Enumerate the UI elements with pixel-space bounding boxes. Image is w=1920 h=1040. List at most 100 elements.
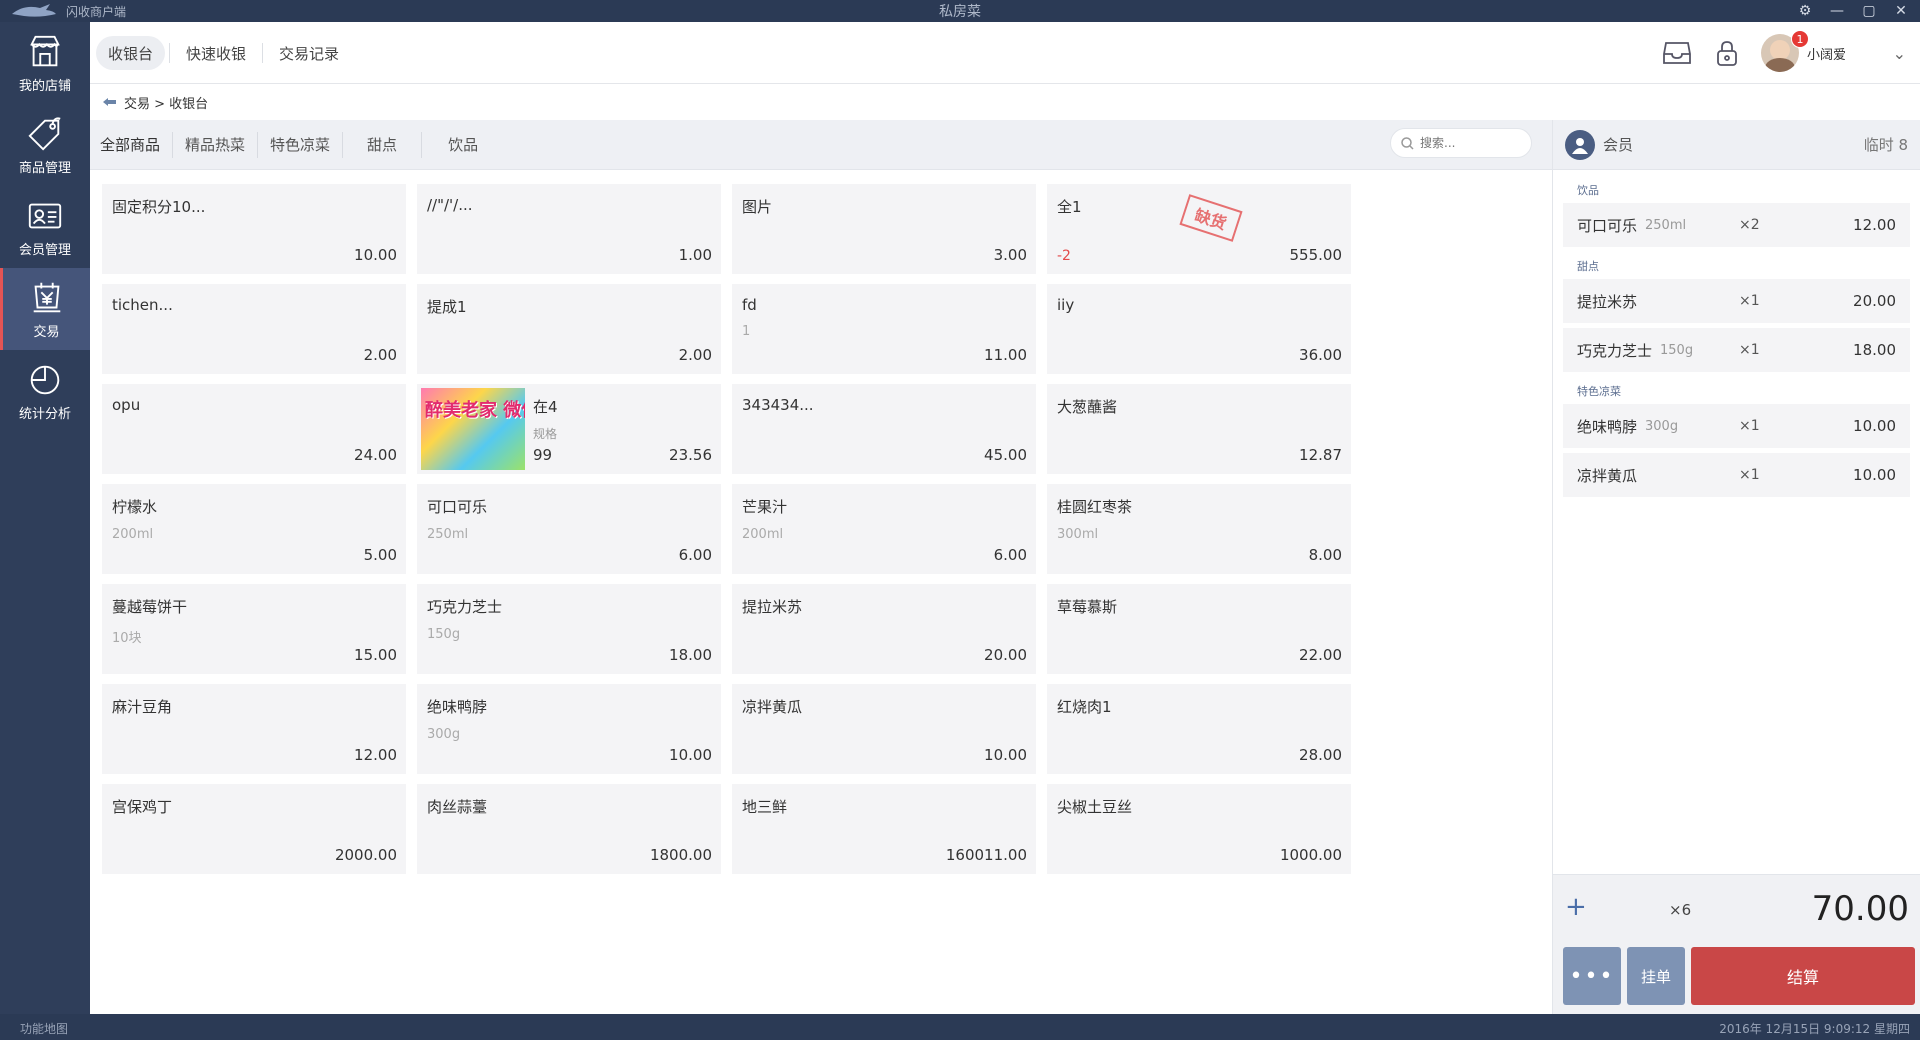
category-all[interactable]: 全部商品 [90, 134, 170, 155]
product-name: iiy [1057, 296, 1075, 314]
product-spec: 300ml [1057, 527, 1099, 542]
category-hot-dishes[interactable]: 精品热菜 [175, 134, 255, 155]
order-item-name: 巧克力芝士 [1577, 341, 1653, 360]
product-card[interactable]: tichen... 2.00 [102, 284, 406, 374]
product-spec: 300g [427, 727, 461, 742]
product-price: 36.00 [1299, 346, 1342, 364]
inbox-icon[interactable] [1661, 37, 1693, 69]
checkout-button[interactable]: 结算 [1691, 947, 1915, 1005]
order-item[interactable]: 巧克力芝士 150g ×1 18.00 [1563, 328, 1910, 372]
product-card[interactable]: 尖椒土豆丝 1000.00 [1047, 784, 1351, 874]
order-item[interactable]: 提拉米苏 ×1 20.00 [1563, 279, 1910, 323]
tab-quick-cashier[interactable]: 快速收银 [174, 36, 258, 70]
product-name: 绝味鸭脖 [427, 698, 488, 716]
close-icon[interactable]: ✕ [1892, 2, 1910, 20]
search-input[interactable] [1420, 136, 1520, 150]
product-card[interactable]: 固定积分10... 10.00 [102, 184, 406, 274]
sidebar-item-my-store[interactable]: 我的店铺 [0, 22, 90, 104]
product-card[interactable]: 麻汁豆角 12.00 [102, 684, 406, 774]
sidebar-item-products[interactable]: 商品管理 [0, 104, 90, 186]
product-name: 柠檬水 [112, 498, 158, 516]
product-card[interactable]: 宫保鸡丁 2000.00 [102, 784, 406, 874]
user-menu[interactable]: 1 小阔爱 ⌄ [1760, 30, 1906, 72]
product-card[interactable]: 芒果汁 200ml 6.00 [732, 484, 1036, 574]
product-price: 12.00 [354, 746, 397, 764]
product-card[interactable]: iiy 36.00 [1047, 284, 1351, 374]
product-card[interactable]: 大葱蘸酱 12.87 [1047, 384, 1351, 474]
order-item-amount: 20.00 [1853, 292, 1896, 310]
product-card[interactable]: opu 24.00 [102, 384, 406, 474]
lock-icon[interactable] [1711, 37, 1743, 69]
minimize-icon[interactable]: — [1828, 2, 1846, 20]
sidebar-item-members[interactable]: 会员管理 [0, 186, 90, 268]
product-card[interactable]: 提拉米苏 20.00 [732, 584, 1036, 674]
product-card[interactable]: 醉美老家 微信 在4 规格 99 23.56 [417, 384, 721, 474]
product-card[interactable]: fd 1 11.00 [732, 284, 1036, 374]
member-card-icon [28, 203, 62, 228]
product-price: 6.00 [993, 546, 1027, 564]
search-box[interactable] [1390, 128, 1532, 158]
product-card[interactable]: 红烧肉1 28.00 [1047, 684, 1351, 774]
member-label: 会员 [1603, 136, 1634, 154]
order-item-amount: 18.00 [1853, 341, 1896, 359]
tab-divider [169, 43, 171, 63]
order-item-qty: ×1 [1739, 418, 1760, 434]
product-card[interactable]: 蔓越莓饼干 10块 15.00 [102, 584, 406, 674]
product-price: 2000.00 [334, 846, 397, 864]
plus-icon[interactable]: + [1565, 894, 1589, 920]
member-bar[interactable]: 会员 临时 8 [1553, 120, 1920, 170]
order-item-qty: ×1 [1739, 342, 1760, 358]
product-card[interactable]: 柠檬水 200ml 5.00 [102, 484, 406, 574]
product-card[interactable]: 巧克力芝士 150g 18.00 [417, 584, 721, 674]
tab-cashier[interactable]: 收银台 [96, 36, 166, 70]
product-card[interactable]: 肉丝蒜薹 1800.00 [417, 784, 721, 874]
category-cold-dishes[interactable]: 特色凉菜 [260, 134, 340, 155]
product-card[interactable]: 343434... 45.00 [732, 384, 1036, 474]
product-stock: 99 [533, 446, 553, 464]
maximize-icon[interactable]: ▢ [1860, 2, 1878, 20]
product-name: //"/'/... [427, 196, 473, 214]
order-item[interactable]: 凉拌黄瓜 ×1 10.00 [1563, 453, 1910, 497]
sidebar-item-trade[interactable]: 交易 [0, 268, 90, 350]
category-drinks[interactable]: 饮品 [424, 134, 502, 155]
product-name: 提拉米苏 [742, 598, 803, 616]
notification-badge: 1 [1790, 30, 1809, 48]
more-button[interactable]: ••• [1563, 947, 1621, 1005]
product-card[interactable]: 全1 缺货 -2 555.00 [1047, 184, 1351, 274]
product-name: 提成1 [427, 298, 467, 316]
product-price: 1800.00 [649, 846, 712, 864]
category-divider [257, 131, 259, 158]
product-card[interactable]: 可口可乐 250ml 6.00 [417, 484, 721, 574]
chevron-down-icon[interactable]: ⌄ [1893, 44, 1906, 63]
product-card[interactable]: 草莓慕斯 22.00 [1047, 584, 1351, 674]
product-image: 醉美老家 微信 [421, 388, 525, 470]
product-name: 肉丝蒜薹 [427, 798, 488, 816]
gear-icon[interactable]: ⚙ [1796, 2, 1814, 20]
product-card[interactable]: //"/'/... 1.00 [417, 184, 721, 274]
category-dessert[interactable]: 甜点 [345, 134, 419, 155]
product-spec-label: 规格 [533, 427, 558, 441]
product-card[interactable]: 凉拌黄瓜 10.00 [732, 684, 1036, 774]
breadcrumb-path: 交易 > 收银台 [124, 96, 209, 112]
product-card[interactable]: 图片 3.00 [732, 184, 1036, 274]
product-card[interactable]: 地三鲜 160011.00 [732, 784, 1036, 874]
product-card[interactable]: 绝味鸭脖 300g 10.00 [417, 684, 721, 774]
datetime: 2016年 12月15日 9:09:12 星期四 [1719, 1022, 1910, 1036]
sidebar: 我的店铺 商品管理 会员管理 交易 统计分析 [0, 22, 90, 1014]
order-item[interactable]: 可口可乐 250ml ×2 12.00 [1563, 203, 1910, 247]
hold-order-button[interactable]: 挂单 [1627, 947, 1685, 1005]
product-spec: 150g [427, 627, 461, 642]
sidebar-item-analytics[interactable]: 统计分析 [0, 350, 90, 432]
function-map-link[interactable]: 功能地图 [20, 1020, 68, 1037]
product-price: 23.56 [669, 446, 712, 464]
order-item[interactable]: 绝味鸭脖 300g ×1 10.00 [1563, 404, 1910, 448]
tab-transactions[interactable]: 交易记录 [267, 36, 351, 70]
tab-divider [262, 43, 264, 63]
product-stock: -2 [1057, 248, 1071, 264]
product-name: 芒果汁 [742, 498, 788, 516]
product-card[interactable]: 提成1 2.00 [417, 284, 721, 374]
order-item-spec: 300g [1645, 418, 1679, 434]
product-image-text: 醉美老家 微信 [425, 400, 525, 421]
order-item-amount: 10.00 [1853, 466, 1896, 484]
product-card[interactable]: 桂圆红枣茶 300ml 8.00 [1047, 484, 1351, 574]
